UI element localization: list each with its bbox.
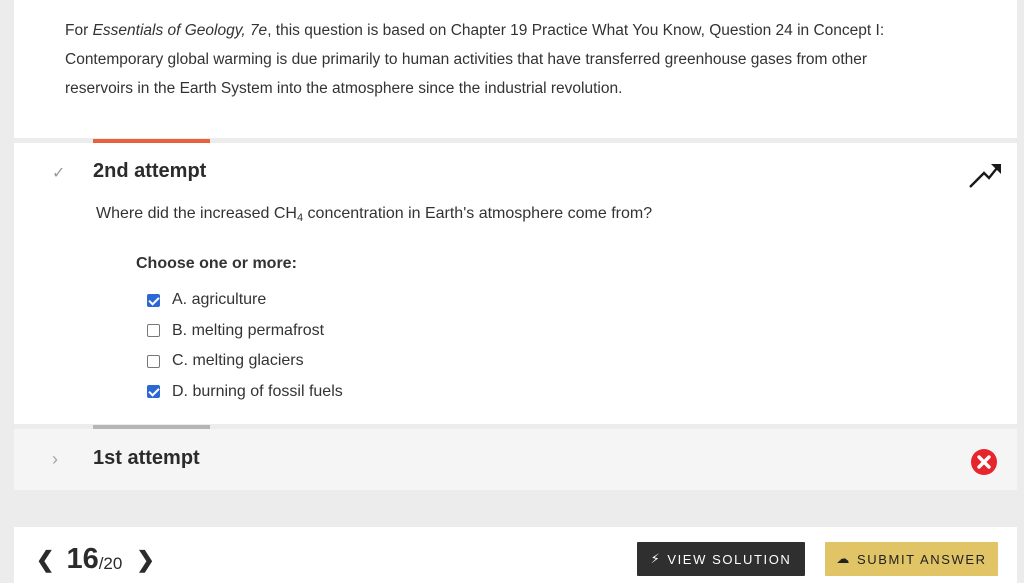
option-a[interactable]: A. agriculture xyxy=(147,285,343,316)
attempt-1-panel[interactable]: › 1st attempt xyxy=(14,425,1017,490)
option-c-label: C. melting glaciers xyxy=(172,352,304,370)
option-d-checkbox[interactable] xyxy=(147,385,160,399)
submit-answer-button[interactable]: ☁ SUBMIT ANSWER xyxy=(825,542,998,576)
view-solution-label: VIEW SOLUTION xyxy=(667,551,792,567)
book-title: Essentials of Geology, 7e xyxy=(92,22,268,39)
option-c-checkbox[interactable] xyxy=(147,354,160,368)
prev-question-button[interactable]: ❮ xyxy=(36,547,54,573)
current-question-number: 16 xyxy=(66,543,99,575)
option-b[interactable]: B. melting permafrost xyxy=(147,316,343,347)
attempt-2-panel: ✓ 2nd attempt Where did the increased CH… xyxy=(14,139,1017,424)
attempt-1-title[interactable]: 1st attempt xyxy=(93,447,200,470)
attempt-2-title[interactable]: 2nd attempt xyxy=(93,160,206,183)
option-d[interactable]: D. burning of fossil fuels xyxy=(147,377,343,408)
attempt-1-tab-indicator xyxy=(93,425,210,429)
total-questions: /20 xyxy=(98,553,123,573)
question-text: Where did the increased CH4 concentratio… xyxy=(96,205,653,224)
question-pager: ❮ 16 /20 ❯ xyxy=(36,543,155,576)
option-a-label: A. agriculture xyxy=(172,291,267,309)
collapse-chevron-icon[interactable]: ✓ xyxy=(52,163,65,183)
submit-answer-label: SUBMIT ANSWER xyxy=(856,551,987,567)
option-a-checkbox[interactable] xyxy=(147,293,160,307)
option-d-label: D. burning of fossil fuels xyxy=(172,382,343,400)
question-intro-panel: For Essentials of Geology, 7e, this ques… xyxy=(14,0,1017,138)
attempt-2-tab-indicator xyxy=(93,139,210,143)
choose-label: Choose one or more: xyxy=(136,255,297,272)
footer-bar: ❮ 16 /20 ❯ ⚡︎ VIEW SOLUTION ☁ SUBMIT ANS… xyxy=(14,527,1017,583)
option-b-label: B. melting permafrost xyxy=(172,321,325,339)
option-b-checkbox[interactable] xyxy=(147,324,160,338)
next-question-button[interactable]: ❯ xyxy=(136,547,154,573)
cloud-upload-icon: ☁ xyxy=(836,551,851,566)
lightning-icon: ⚡︎ xyxy=(650,551,662,566)
expand-chevron-icon[interactable]: › xyxy=(52,449,58,470)
incorrect-icon xyxy=(971,449,997,475)
trend-up-icon xyxy=(969,164,1001,188)
answer-options: A. agriculture B. melting permafrost C. … xyxy=(147,285,343,407)
option-c[interactable]: C. melting glaciers xyxy=(147,346,343,377)
view-solution-button[interactable]: ⚡︎ VIEW SOLUTION xyxy=(637,542,805,576)
intro-prefix: For xyxy=(65,22,93,39)
intro-text: For Essentials of Geology, 7e, this ques… xyxy=(65,16,925,103)
